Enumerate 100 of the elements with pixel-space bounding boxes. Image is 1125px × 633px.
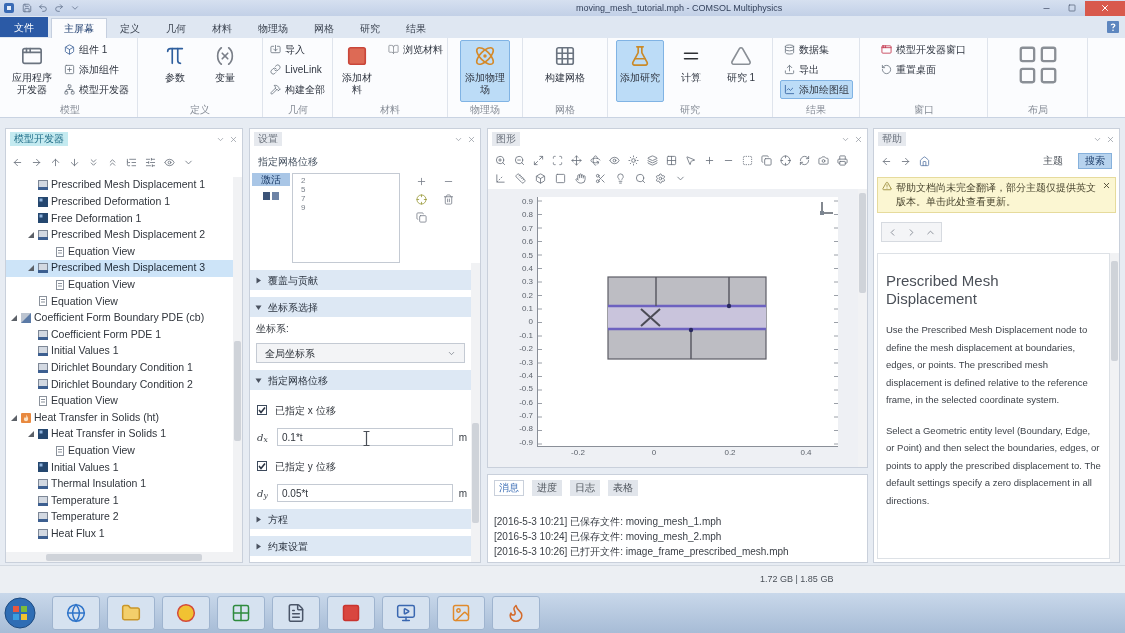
scrollbar[interactable] xyxy=(471,263,480,562)
square-icon[interactable] xyxy=(555,172,566,184)
section-header[interactable]: 坐标系选择 xyxy=(250,297,471,317)
tree-toggle-icon[interactable] xyxy=(27,264,35,273)
ribbon-tab[interactable]: 定义 xyxy=(107,18,153,38)
ribbon-button[interactable]: 研究 1 xyxy=(718,40,764,102)
tab[interactable]: 日志 xyxy=(570,480,600,496)
save-icon[interactable] xyxy=(22,3,32,13)
pointer-icon[interactable] xyxy=(685,154,696,166)
scrollbar[interactable] xyxy=(1110,253,1119,562)
scrollbar-thumb[interactable] xyxy=(234,341,241,441)
ribbon-tab[interactable]: 结果 xyxy=(393,18,439,38)
checkbox[interactable] xyxy=(257,461,267,471)
plus-icon[interactable] xyxy=(704,154,715,166)
taskbar-button[interactable] xyxy=(492,596,540,630)
scrollbar-thumb[interactable] xyxy=(859,193,866,293)
ribbon-button[interactable]: 浏览材料 xyxy=(383,40,447,59)
expand-arrow-icon[interactable] xyxy=(255,515,262,523)
ribbon-button[interactable]: 模型开发器窗口 xyxy=(877,40,970,59)
geometry-drawing[interactable] xyxy=(607,276,767,360)
taskbar-button[interactable] xyxy=(272,596,320,630)
section-header[interactable]: 指定网格位移 xyxy=(250,370,471,390)
search-icon[interactable] xyxy=(635,172,646,184)
tree-item[interactable]: Dirichlet Boundary Condition 2 xyxy=(6,376,233,393)
axes-icon[interactable] xyxy=(495,172,506,184)
home-icon[interactable] xyxy=(919,155,930,167)
list-tree-icon[interactable] xyxy=(126,156,137,168)
scrollbar[interactable] xyxy=(233,177,242,552)
panel-title[interactable]: 图形 xyxy=(492,132,520,146)
panel-title[interactable]: 设置 xyxy=(254,132,282,146)
ribbon-button[interactable]: 构建网格 xyxy=(541,40,589,102)
scan-icon[interactable] xyxy=(552,154,563,166)
input-field[interactable]: 0.05*t xyxy=(277,484,453,502)
two-squares-icon[interactable] xyxy=(263,192,279,200)
toggle-button[interactable]: 主题 xyxy=(1036,153,1070,169)
help-icon[interactable] xyxy=(1107,21,1119,33)
tree-item[interactable]: Temperature 1 xyxy=(6,492,233,509)
ribbon-button[interactable]: 添加研究 xyxy=(616,40,664,102)
dashed-square-icon[interactable] xyxy=(742,154,753,166)
tab[interactable]: 进度 xyxy=(532,480,562,496)
expand-arrow-icon[interactable] xyxy=(255,376,262,384)
toggle-button[interactable]: 搜索 xyxy=(1078,153,1112,169)
taskbar-button[interactable] xyxy=(327,596,375,630)
expand-icon[interactable] xyxy=(533,154,544,166)
scrollbar-thumb[interactable] xyxy=(472,423,479,523)
tree-item[interactable]: Coefficient Form Boundary PDE (cb) xyxy=(6,309,233,327)
ribbon-tab[interactable]: 主屏幕 xyxy=(51,18,107,38)
tree-item[interactable]: Prescribed Mesh Displacement 2 xyxy=(6,226,233,244)
ribbon-button[interactable]: 构建全部 xyxy=(266,80,329,99)
tree-item[interactable]: Prescribed Mesh Displacement 1 xyxy=(6,177,233,194)
tree-item[interactable]: Heat Transfer in Solids 1 xyxy=(6,425,233,443)
close-button[interactable] xyxy=(1085,0,1125,16)
scrollbar-thumb[interactable] xyxy=(1111,261,1118,361)
cube-icon[interactable] xyxy=(535,172,546,184)
move-icon[interactable] xyxy=(571,154,582,166)
crosshair-icon[interactable] xyxy=(780,154,791,166)
section-header[interactable]: 覆盖与贡献 xyxy=(250,270,471,290)
tree-item[interactable]: Equation View xyxy=(6,293,233,310)
chevrons-up-icon[interactable] xyxy=(107,156,118,168)
printer-icon[interactable] xyxy=(837,154,848,166)
rotate-icon[interactable] xyxy=(590,154,601,166)
tree-item[interactable]: Equation View xyxy=(6,276,233,294)
sun-icon[interactable] xyxy=(628,154,639,166)
redo-icon[interactable] xyxy=(54,3,64,13)
camera-icon[interactable] xyxy=(818,154,829,166)
arrow-left-icon[interactable] xyxy=(12,156,23,168)
taskbar-button[interactable] xyxy=(52,596,100,630)
tree-item[interactable]: Dirichlet Boundary Condition 1 xyxy=(6,359,233,377)
arrow-right-icon[interactable] xyxy=(900,155,911,167)
refresh-icon[interactable] xyxy=(799,154,810,166)
ruler-icon[interactable] xyxy=(515,172,526,184)
hand-icon[interactable] xyxy=(575,172,586,184)
ribbon-button[interactable]: 计算 xyxy=(668,40,714,102)
ribbon-tab[interactable]: 物理场 xyxy=(245,18,301,38)
tree-item[interactable]: Coefficient Form PDE 1 xyxy=(6,326,233,343)
ribbon-button[interactable]: 添加绘图组 xyxy=(779,80,853,99)
tree-item[interactable]: Equation View xyxy=(6,442,233,460)
scissors-icon[interactable] xyxy=(595,172,606,184)
tree-toggle-icon[interactable] xyxy=(10,314,18,323)
arrow-up-icon[interactable] xyxy=(50,156,61,168)
arrow-down-icon[interactable] xyxy=(69,156,80,168)
tree-item[interactable]: Initial Values 1 xyxy=(6,459,233,476)
sliders-icon[interactable] xyxy=(145,156,156,168)
tree-item[interactable]: Prescribed Deformation 1 xyxy=(6,193,233,211)
arrow-left-icon[interactable] xyxy=(881,155,892,167)
grid-icon[interactable] xyxy=(666,154,677,166)
ribbon-button[interactable]: 参数 xyxy=(152,40,198,102)
eye-icon[interactable] xyxy=(609,154,620,166)
ribbon-tab[interactable]: 研究 xyxy=(347,18,393,38)
plot-area[interactable] xyxy=(537,197,838,447)
tree-toggle-icon[interactable] xyxy=(10,413,18,422)
lightbulb-icon[interactable] xyxy=(615,172,626,184)
tab[interactable]: 表格 xyxy=(608,480,638,496)
scrollbar[interactable] xyxy=(6,552,242,562)
ribbon-tab[interactable]: 几何 xyxy=(153,18,199,38)
arrow-right-icon[interactable] xyxy=(31,156,42,168)
ribbon-button[interactable]: 数据集 xyxy=(779,40,853,59)
copy-icon[interactable] xyxy=(416,212,427,223)
toggle-button[interactable]: 激活 xyxy=(252,173,290,186)
ribbon-button[interactable]: 添加物理场 xyxy=(460,40,510,102)
